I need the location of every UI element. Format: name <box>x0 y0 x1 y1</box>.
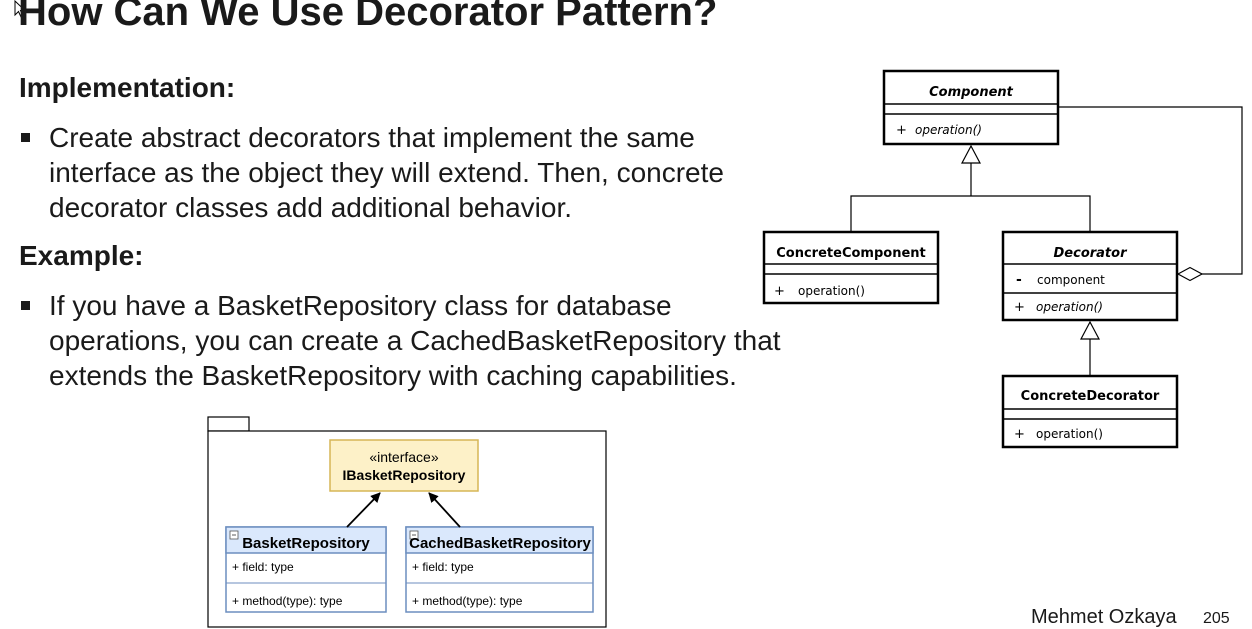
example-line-1: If you have a BasketRepository class for… <box>49 290 672 321</box>
concrete-component-name: ConcreteComponent <box>776 246 926 261</box>
slide-title: How Can We Use Decorator Pattern? <box>18 0 718 34</box>
inheritance-arrowhead-icon <box>961 144 981 164</box>
interface-stereotype: «interface» <box>369 449 438 465</box>
implementation-bullet: Create abstract decorators that implemen… <box>21 120 724 225</box>
interface-name: IBasketRepository <box>343 467 466 483</box>
basket-repository-uml-diagram: «interface» IBasketRepository BasketRepo… <box>207 416 607 628</box>
footer-author: Mehmet Ozkaya <box>1031 606 1177 628</box>
uml-class-cachedbasketrepository: CachedBasketRepository + field: type + m… <box>405 526 594 613</box>
aggregation-diamond-icon <box>1176 266 1204 282</box>
decorator-name: Decorator <box>1054 246 1129 261</box>
uml-class-decorator: Decorator - component + operation() <box>1001 230 1179 322</box>
basket-method: + method(type): type <box>232 594 343 608</box>
bullet-square-icon <box>21 301 30 310</box>
example-line-3: extends the BasketRepository with cachin… <box>49 360 737 391</box>
concrete-component-operation: operation() <box>798 284 865 298</box>
inheritance-connector <box>850 195 1091 232</box>
decorator-attr-visibility: - <box>1016 272 1022 288</box>
uml-interface-ibasketrepository: «interface» IBasketRepository <box>329 439 479 492</box>
uml-class-concrete-decorator: ConcreteDecorator + operation() <box>1001 374 1179 449</box>
component-name: Component <box>929 85 1014 100</box>
basket-field: + field: type <box>232 560 294 574</box>
uml-class-concrete-component: ConcreteComponent + operation() <box>762 230 940 305</box>
decorator-operation: operation() <box>1036 300 1103 314</box>
implementation-line-1: Create abstract decorators that implemen… <box>49 122 695 153</box>
concrete-component-op-visibility: + <box>774 284 785 299</box>
decorator-uml-diagram: Component + operation() ConcreteComponen… <box>762 69 1243 449</box>
decorator-attribute: component <box>1037 273 1105 287</box>
uml-class-basketrepository: BasketRepository + field: type + method(… <box>225 526 387 613</box>
example-line-2: operations, you can create a CachedBaske… <box>49 325 781 356</box>
component-op-visibility: + <box>896 123 907 138</box>
basket-class-name: BasketRepository <box>242 535 370 552</box>
implementation-line-3: decorator classes add additional behavio… <box>49 192 573 223</box>
footer-page-number: 205 <box>1203 610 1230 627</box>
decorator-op-visibility: + <box>1014 300 1025 315</box>
concrete-decorator-name: ConcreteDecorator <box>1021 389 1160 404</box>
bullet-square-icon <box>21 133 30 142</box>
cached-class-name: CachedBasketRepository <box>409 535 591 552</box>
concrete-decorator-operation: operation() <box>1036 427 1103 441</box>
cached-method: + method(type): type <box>412 594 523 608</box>
implementation-line-2: interface as the object they will extend… <box>49 157 724 188</box>
package-tab <box>207 416 250 432</box>
inheritance-arrowhead-icon <box>1080 320 1100 340</box>
example-heading: Example: <box>19 240 144 271</box>
cached-field: + field: type <box>412 560 474 574</box>
component-operation: operation() <box>915 123 982 137</box>
example-bullet: If you have a BasketRepository class for… <box>21 288 781 393</box>
concrete-decorator-op-visibility: + <box>1014 427 1025 442</box>
implementation-heading: Implementation: <box>19 72 236 103</box>
uml-class-component: Component + operation() <box>882 69 1060 146</box>
